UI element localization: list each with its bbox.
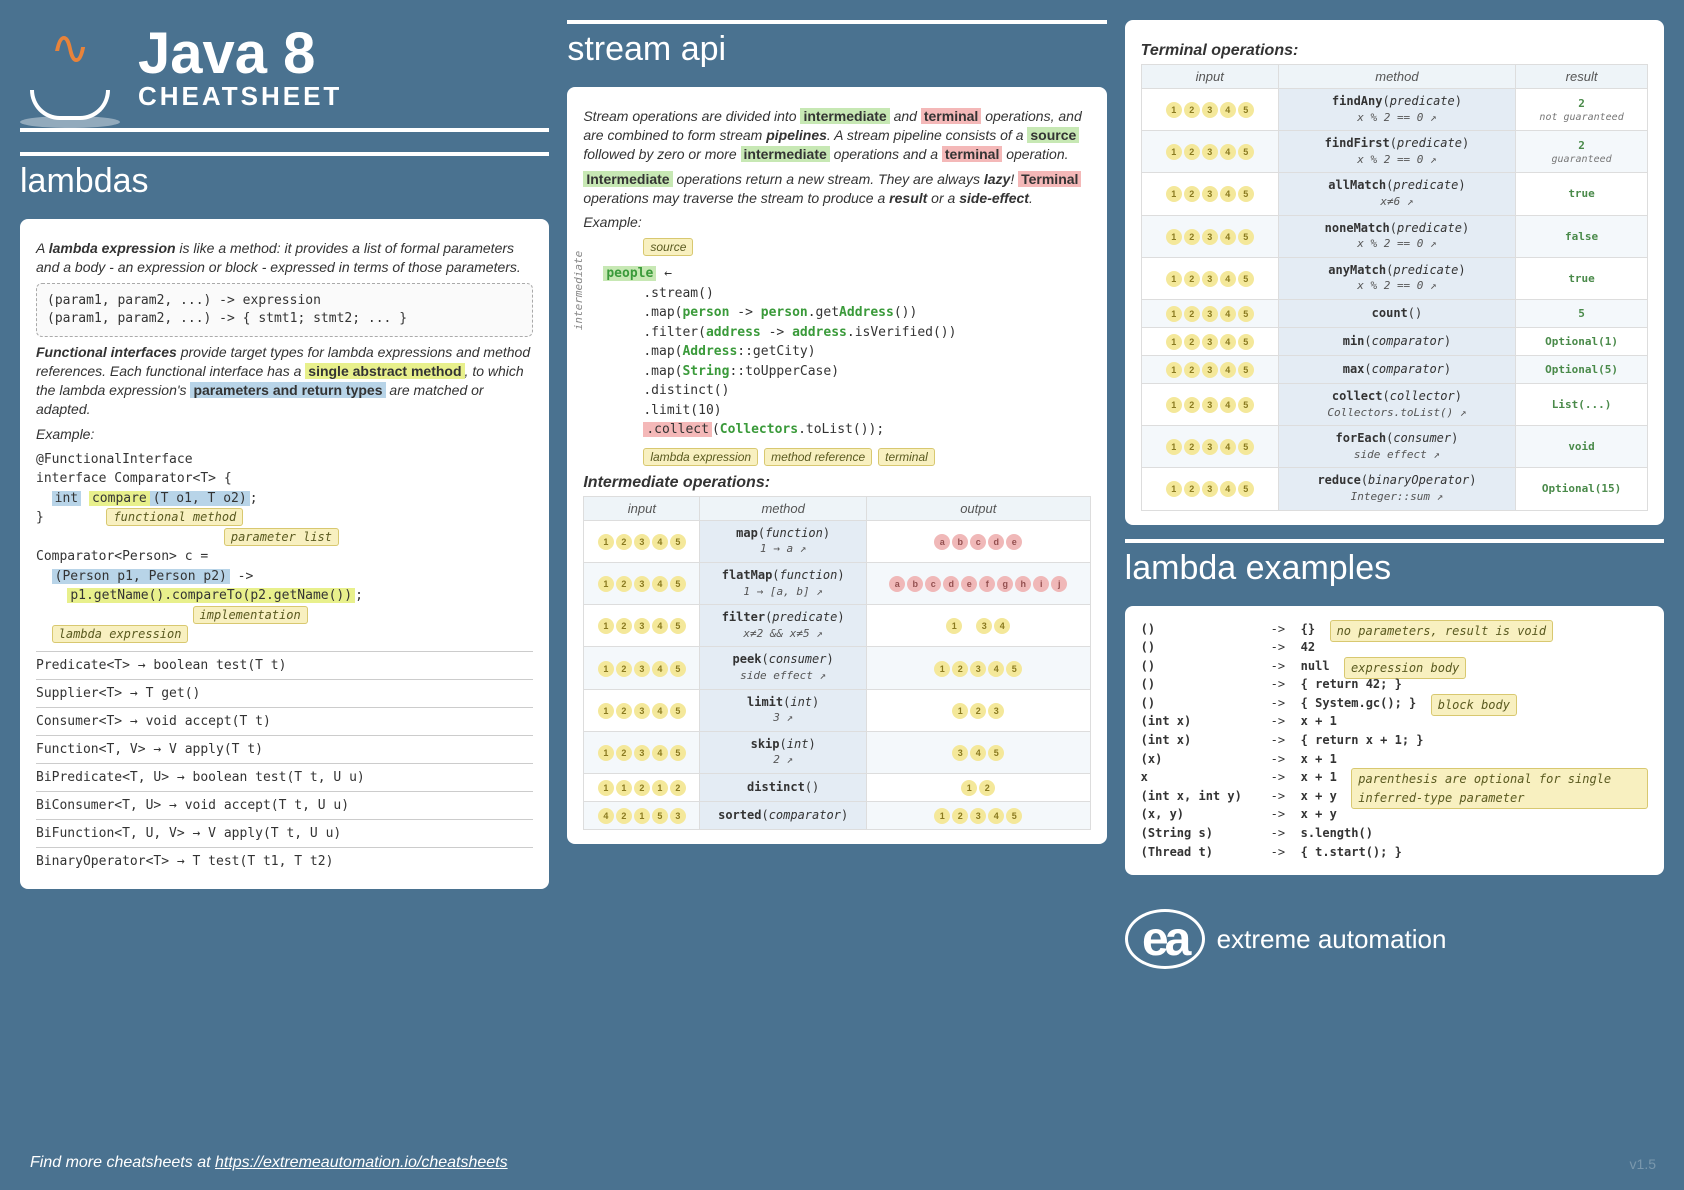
lambdas-intro: A lambda expression is like a method: it… xyxy=(36,239,533,277)
func-interface-row: Consumer<T> → void accept(T t) xyxy=(36,707,533,735)
table-row: 12345 forEach(consumer)side effect void xyxy=(1141,426,1647,468)
lambda-example-row: (Thread t) -> { t.start(); } xyxy=(1141,843,1648,862)
lambda-example-row: (x) -> x + 1 xyxy=(1141,750,1648,769)
col-input: input xyxy=(1141,65,1278,89)
intermediate-ops-header: Intermediate operations: xyxy=(583,474,1090,492)
table-row: 11212 distinct() 12 xyxy=(584,773,1090,801)
col-method: method xyxy=(1278,65,1515,89)
ea-brand-text: extreme automation xyxy=(1217,924,1447,955)
table-row: 12345 min(comparator) Optional(1) xyxy=(1141,327,1647,355)
section-lambda-ex-title: lambda examples xyxy=(1125,539,1664,588)
func-interface-row: BiConsumer<T, U> → void accept(T t, U u) xyxy=(36,791,533,819)
lambda-example-row: x -> x + 1 parenthesis are optional for … xyxy=(1141,768,1648,787)
stream-intro-1: Stream operations are divided into inter… xyxy=(583,107,1090,164)
table-row: 12345 skip(int)2 345 xyxy=(584,731,1090,773)
ea-logo: ea extreme automation xyxy=(1125,909,1664,969)
table-row: 12345 findAny(predicate)x % 2 == 0 2not … xyxy=(1141,89,1647,131)
terminal-ops-table: input method result 12345 findAny(predic… xyxy=(1141,64,1648,511)
tag-method-ref: method reference xyxy=(764,448,872,466)
title: Java 8 xyxy=(138,28,342,80)
version: v1.5 xyxy=(1630,1156,1656,1172)
table-row: 12345 reduce(binaryOperator)Integer::sum… xyxy=(1141,468,1647,510)
terminal-ops-header: Terminal operations: xyxy=(1141,42,1648,60)
subtitle: CHEATSHEET xyxy=(138,81,342,112)
intermediate-ops-table: input method output 12345 map(function)1… xyxy=(583,496,1090,830)
footer-link[interactable]: https://extremeautomation.io/cheatsheets xyxy=(215,1154,508,1171)
stream-intro-card: Stream operations are divided into inter… xyxy=(567,87,1106,844)
tag-terminal: terminal xyxy=(878,448,935,466)
func-interface-row: BiFunction<T, U, V> → V apply(T t, U u) xyxy=(36,819,533,847)
table-row: 12345 count() 5 xyxy=(1141,299,1647,327)
table-row: 12345 anyMatch(predicate)x % 2 == 0 true xyxy=(1141,257,1647,299)
table-row: 12345 max(comparator) Optional(5) xyxy=(1141,355,1647,383)
col-output: output xyxy=(866,496,1090,520)
func-interface-row: BinaryOperator<T> → T test(T t1, T t2) xyxy=(36,847,533,875)
table-row: 12345 peek(consumer)side effect 12345 xyxy=(584,647,1090,689)
lambdas-card: A lambda expression is like a method: it… xyxy=(20,219,549,889)
table-row: 12345 flatMap(function)1 → [a, b] abcdef… xyxy=(584,563,1090,605)
table-row: 12345 noneMatch(predicate)x % 2 == 0 fal… xyxy=(1141,215,1647,257)
func-interface-row: Predicate<T> → boolean test(T t) xyxy=(36,651,533,679)
section-stream-title: stream api xyxy=(567,20,1106,69)
col-input: input xyxy=(584,496,700,520)
table-row: 12345 map(function)1 → a abcde xyxy=(584,520,1090,562)
func-iface-intro: Functional interfaces provide target typ… xyxy=(36,343,533,419)
table-row: 12345 limit(int)3 123 xyxy=(584,689,1090,731)
col-result: result xyxy=(1516,65,1648,89)
table-row: 42153 sorted(comparator) 12345 xyxy=(584,801,1090,829)
example-label: Example: xyxy=(36,425,533,444)
lambda-examples-card: () -> {} no parameters, result is void (… xyxy=(1125,606,1664,876)
func-interface-row: BiPredicate<T, U> → boolean test(T t, U … xyxy=(36,763,533,791)
header: ∿ Java 8 CHEATSHEET xyxy=(20,20,549,132)
col-method: method xyxy=(700,496,866,520)
lambda-example-row: () -> {} no parameters, result is void xyxy=(1141,620,1648,639)
lambda-example-row: (x, y) -> x + y xyxy=(1141,805,1648,824)
footer: Find more cheatsheets at https://extreme… xyxy=(30,1154,508,1172)
lambda-example-row: () -> 42 xyxy=(1141,638,1648,657)
lambda-example-row: (String s) -> s.length() xyxy=(1141,824,1648,843)
lambda-syntax-code: (param1, param2, ...) -> expression (par… xyxy=(36,283,533,337)
tag-source: source xyxy=(643,238,693,256)
section-lambdas-title: lambdas xyxy=(20,152,549,201)
functional-interfaces-list: Predicate<T> → boolean test(T t)Supplier… xyxy=(36,651,533,875)
lambda-example-row: () -> { return 42; } xyxy=(1141,675,1648,694)
example-label: Example: xyxy=(583,213,1090,232)
terminal-ops-card: Terminal operations: input method result… xyxy=(1125,20,1664,525)
lambda-example-row: (int x, int y) -> x + y xyxy=(1141,787,1648,806)
table-row: 12345 filter(predicate)x≠2 && x≠5 134 xyxy=(584,605,1090,647)
lambda-example-row: () -> { System.gc(); } block body xyxy=(1141,694,1648,713)
lambda-example-row: (int x) -> x + 1 xyxy=(1141,712,1648,731)
stream-example-code: intermediate people ← .stream().map(pers… xyxy=(583,264,1090,440)
table-row: 12345 allMatch(predicate)x≠6 true xyxy=(1141,173,1647,215)
func-interface-row: Function<T, V> → V apply(T t) xyxy=(36,735,533,763)
java-logo-icon: ∿ xyxy=(20,20,120,120)
lambda-example-row: () -> null expression body xyxy=(1141,657,1648,676)
stream-intro-2: Intermediate operations return a new str… xyxy=(583,170,1090,208)
func-interface-row: Supplier<T> → T get() xyxy=(36,679,533,707)
table-row: 12345 collect(collector)Collectors.toLis… xyxy=(1141,383,1647,425)
ea-mark-icon: ea xyxy=(1125,909,1205,969)
tag-lambda: lambda expression xyxy=(643,448,758,466)
func-iface-example: @FunctionalInterface interface Comparato… xyxy=(36,450,533,645)
table-row: 12345 findFirst(predicate)x % 2 == 0 2gu… xyxy=(1141,131,1647,173)
lambda-example-row: (int x) -> { return x + 1; } xyxy=(1141,731,1648,750)
